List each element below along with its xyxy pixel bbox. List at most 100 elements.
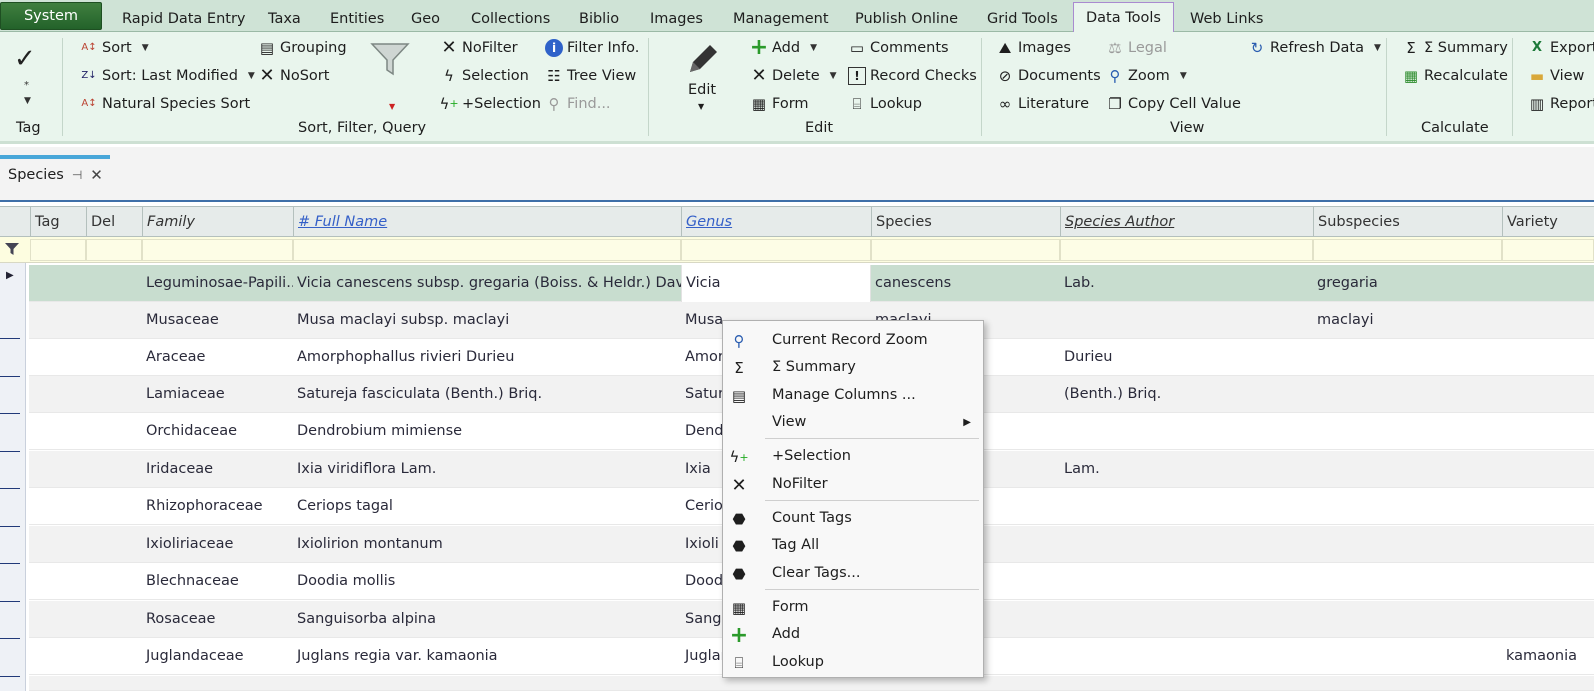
- cell-species-author[interactable]: [1060, 488, 1313, 525]
- cell-full-name[interactable]: Satureja fasciculata (Benth.) Briq.: [293, 376, 681, 413]
- cell-full-name[interactable]: Ixiolirion montanum: [293, 526, 681, 563]
- recalculate-button[interactable]: ▦ Recalculate: [1402, 64, 1508, 88]
- edit-button[interactable]: Edit: [688, 82, 716, 98]
- tab-rapid-data-entry[interactable]: Rapid Data Entry: [120, 6, 248, 32]
- cell-full-name[interactable]: Dendrobium mimiense: [293, 413, 681, 450]
- cell-family[interactable]: Leguminosae-Papili...: [142, 265, 293, 302]
- plus-selection-button[interactable]: ϟ + +Selection: [439, 92, 541, 116]
- cell-variety[interactable]: [1502, 302, 1594, 339]
- cell-subspecies[interactable]: [1313, 563, 1502, 600]
- tab-images[interactable]: Images: [648, 6, 705, 32]
- menu-item-current-record-zoom[interactable]: ⚲ Current Record Zoom: [723, 327, 983, 354]
- tab-taxa[interactable]: Taxa: [266, 6, 303, 32]
- find-button[interactable]: ⚲ Find...: [545, 92, 611, 116]
- cell-full-name[interactable]: Ixia viridiflora Lam.: [293, 451, 681, 488]
- filter-cell-variety[interactable]: [1502, 239, 1594, 261]
- tab-biblio[interactable]: Biblio: [577, 6, 621, 32]
- nofilter-button[interactable]: ✕ NoFilter: [440, 36, 517, 60]
- menu-item-nofilter[interactable]: ✕ NoFilter: [723, 471, 983, 498]
- selection-button[interactable]: ϟ Selection: [440, 64, 529, 88]
- zoom-button[interactable]: ⚲ Zoom ▼: [1106, 64, 1187, 88]
- column-header-genus[interactable]: Genus: [681, 207, 871, 237]
- cell-subspecies[interactable]: [1313, 376, 1502, 413]
- filter-info-button[interactable]: i Filter Info.: [545, 36, 639, 60]
- column-header-subspecies[interactable]: Subspecies: [1313, 207, 1502, 237]
- tab-data-tools[interactable]: Data Tools: [1073, 2, 1174, 33]
- cell-variety[interactable]: [1502, 526, 1594, 563]
- copy-cell-value-button[interactable]: ❐ Copy Cell Value: [1106, 92, 1241, 116]
- tab-publish-online[interactable]: Publish Online: [853, 6, 960, 32]
- menu-item-summary[interactable]: Σ Σ Summary: [723, 354, 983, 381]
- cell-subspecies[interactable]: gregaria: [1313, 265, 1502, 302]
- filter-cell-subspecies[interactable]: [1313, 239, 1502, 261]
- summary-button[interactable]: Σ Σ Summary: [1402, 36, 1508, 60]
- cell-family[interactable]: Rosaceae: [142, 601, 293, 638]
- cell-variety[interactable]: kamaonia: [1502, 638, 1594, 675]
- cell-variety[interactable]: [1502, 413, 1594, 450]
- pin-icon[interactable]: ⊣: [72, 168, 82, 182]
- column-header-family[interactable]: Family: [142, 207, 293, 237]
- tab-grid-tools[interactable]: Grid Tools: [985, 6, 1060, 32]
- cell-variety[interactable]: [1502, 339, 1594, 376]
- chevron-down-icon[interactable]: ▼: [24, 96, 31, 106]
- cell-family[interactable]: Araceae: [142, 339, 293, 376]
- cell-species-author[interactable]: Lab.: [1060, 265, 1313, 302]
- cell-species-author[interactable]: [1060, 526, 1313, 563]
- table-row[interactable]: [29, 676, 1594, 691]
- cell-variety[interactable]: [1502, 265, 1594, 302]
- tab-geo[interactable]: Geo: [409, 6, 442, 32]
- report-button[interactable]: ▥ Report: [1528, 92, 1594, 116]
- menu-item-manage-columns[interactable]: ▤ Manage Columns ...: [723, 382, 983, 409]
- comments-button[interactable]: ▭ Comments: [848, 36, 949, 60]
- menu-item-lookup[interactable]: ⌸ Lookup: [723, 649, 983, 676]
- close-icon[interactable]: ✕: [90, 166, 103, 184]
- tab-management[interactable]: Management: [731, 6, 831, 32]
- cell-subspecies[interactable]: [1313, 638, 1502, 675]
- refresh-data-button[interactable]: ↻ Refresh Data ▼: [1248, 36, 1381, 60]
- filter-cell-genus[interactable]: [681, 239, 871, 261]
- cell-subspecies[interactable]: [1313, 601, 1502, 638]
- cell-full-name[interactable]: Vicia canescens subsp. gregaria (Boiss. …: [293, 265, 681, 302]
- literature-button[interactable]: ∞ Literature: [996, 92, 1089, 116]
- table-row[interactable]: Leguminosae-Papili... Vicia canescens su…: [29, 265, 1594, 302]
- cell-species-author[interactable]: Lam.: [1060, 451, 1313, 488]
- cell-species-author[interactable]: [1060, 563, 1313, 600]
- tab-collections[interactable]: Collections: [469, 6, 552, 32]
- cell-subspecies[interactable]: [1313, 526, 1502, 563]
- cell-variety[interactable]: [1502, 563, 1594, 600]
- pencil-edit-icon[interactable]: [684, 40, 720, 80]
- cell-full-name[interactable]: Ceriops tagal: [293, 488, 681, 525]
- tab-entities[interactable]: Entities: [328, 6, 386, 32]
- cell-family[interactable]: Ixioliriaceae: [142, 526, 293, 563]
- filter-cell-full-name[interactable]: [293, 239, 681, 261]
- cell-full-name[interactable]: Juglans regia var. kamaonia: [293, 638, 681, 675]
- nosort-button[interactable]: ✕ NoSort: [258, 64, 329, 88]
- checkmark-tag-icon[interactable]: ✓: [14, 44, 36, 74]
- filter-cell-species[interactable]: [871, 239, 1060, 261]
- sort-last-modified-button[interactable]: Z↓ Sort: Last Modified ▼: [80, 64, 254, 88]
- tree-view-button[interactable]: ☷ Tree View: [545, 64, 636, 88]
- filter-cell-species-author[interactable]: [1060, 239, 1313, 261]
- cell-full-name[interactable]: Musa maclayi subsp. maclayi: [293, 302, 681, 339]
- menu-item-add[interactable]: + Add: [723, 621, 983, 648]
- cell-family[interactable]: Blechnaceae: [142, 563, 293, 600]
- cell-family[interactable]: Lamiaceae: [142, 376, 293, 413]
- natural-species-sort-button[interactable]: A↕ Natural Species Sort: [80, 92, 250, 116]
- view-export-button[interactable]: ▬ View: [1528, 64, 1585, 88]
- cell-full-name[interactable]: Doodia mollis: [293, 563, 681, 600]
- cell-species-author[interactable]: [1060, 638, 1313, 675]
- delete-button[interactable]: ✕ Delete ▼: [750, 64, 836, 88]
- chevron-down-icon[interactable]: ▼: [698, 102, 704, 111]
- cell-subspecies[interactable]: [1313, 488, 1502, 525]
- documents-button[interactable]: ⊘ Documents: [996, 64, 1101, 88]
- cell-variety[interactable]: [1502, 376, 1594, 413]
- cell-genus[interactable]: Vicia: [681, 265, 871, 302]
- menu-item-count-tags[interactable]: ⬣ Count Tags: [723, 505, 983, 532]
- cell-variety[interactable]: [1502, 451, 1594, 488]
- chevron-down-icon[interactable]: ▼: [389, 102, 395, 111]
- cell-species-author[interactable]: [1060, 413, 1313, 450]
- cell-full-name[interactable]: Amorphophallus rivieri Durieu: [293, 339, 681, 376]
- tab-web-links[interactable]: Web Links: [1188, 6, 1265, 32]
- export-button[interactable]: X Export: [1528, 36, 1594, 60]
- column-header-variety[interactable]: Variety: [1502, 207, 1594, 237]
